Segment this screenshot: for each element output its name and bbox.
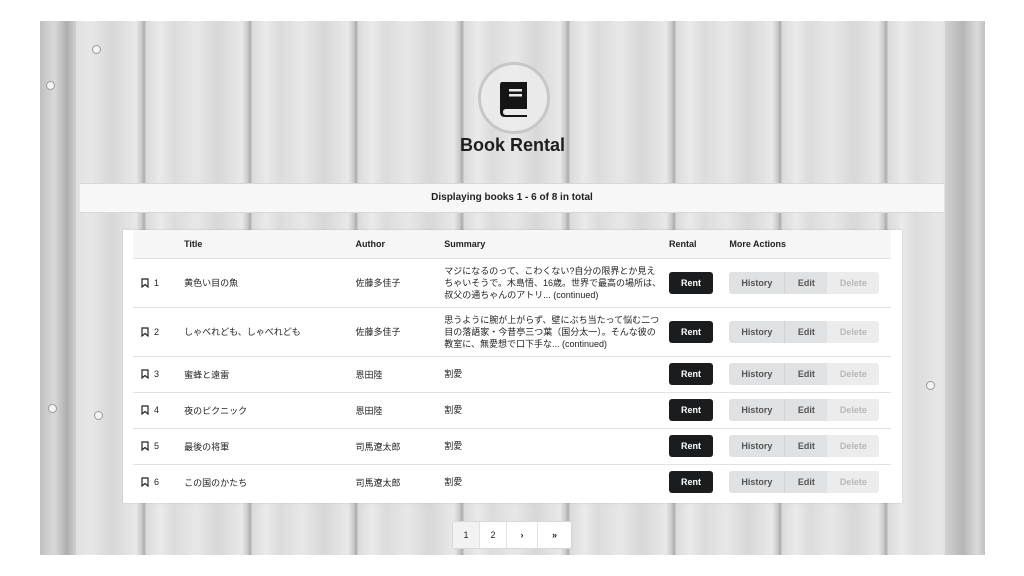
- book-summary: 割愛: [444, 441, 463, 451]
- row-number: 1: [154, 277, 160, 288]
- row-number: 6: [154, 477, 160, 488]
- delete-button[interactable]: Delete: [827, 363, 880, 385]
- row-number: 3: [154, 369, 160, 379]
- book-title: しゃべれども、しゃべれども: [184, 327, 301, 337]
- bookmark-icon[interactable]: [141, 326, 149, 337]
- history-button[interactable]: History: [729, 471, 785, 494]
- delete-button[interactable]: Delete: [827, 271, 880, 294]
- table-row: 2 しゃべれども、しゃべれども 佐藤多佳子 思うように腕が上がらず、壁にぶち当た…: [133, 307, 891, 356]
- table-row: 3 蜜蜂と遠雷 恩田陸 割愛 Rent History Edit Delete: [133, 356, 891, 392]
- table-row: 6 この国のかたち 司馬遼太郎 割愛 Rent History Edit Delet…: [133, 464, 891, 500]
- book-summary: 思うように腕が上がらず、壁にぶち当たって悩む二つ目の落語家・今昔亭三つ葉（国分太…: [444, 314, 660, 349]
- more-actions-group: History Edit Delete: [729, 271, 880, 294]
- rent-button[interactable]: Rent: [669, 471, 713, 494]
- wood-edge-right: [945, 21, 985, 555]
- edit-button[interactable]: Edit: [784, 471, 828, 494]
- last-page-button[interactable]: »: [538, 522, 571, 548]
- more-actions-group: History Edit Delete: [729, 435, 880, 457]
- delete-button[interactable]: Delete: [827, 399, 880, 421]
- history-button[interactable]: History: [729, 399, 785, 421]
- rent-button[interactable]: Rent: [669, 399, 713, 421]
- edit-button[interactable]: Edit: [784, 399, 828, 421]
- book-author: 司馬遼太郎: [355, 441, 401, 452]
- books-count-info: Displaying books 1 - 6 of 8 in total: [80, 183, 944, 213]
- page-2-button[interactable]: 2: [480, 522, 507, 548]
- delete-button[interactable]: Delete: [827, 435, 880, 457]
- page-1-button[interactable]: 1: [453, 522, 480, 548]
- wood-edge-left: [40, 21, 76, 555]
- book-title: 黄色い目の魚: [184, 278, 239, 288]
- edit-button[interactable]: Edit: [784, 363, 828, 385]
- book-author: 恩田陸: [355, 405, 383, 416]
- header-rental: Rental: [669, 238, 697, 249]
- nail-decoration: [92, 45, 101, 54]
- book-icon: [500, 82, 527, 117]
- more-actions-group: History Edit Delete: [729, 399, 880, 421]
- book-summary: マジになるのって、こわくない?自分の限界とか見えちゃいそうで。木島悟、16歳。世…: [444, 265, 661, 300]
- table-row: 1 黄色い目の魚 佐藤多佳子 マジになるのって、こわくない?自分の限界とか見えち…: [133, 258, 891, 307]
- book-author: 佐藤多佳子: [355, 278, 401, 288]
- edit-button[interactable]: Edit: [784, 271, 828, 294]
- edit-button[interactable]: Edit: [784, 435, 828, 457]
- book-title: 夜のピクニック: [184, 405, 248, 416]
- logo: [478, 62, 550, 134]
- row-number: 4: [154, 405, 160, 415]
- table-row: 5 最後の将軍 司馬遼太郎 割愛 Rent History Edit Delete: [133, 428, 891, 464]
- page-title: Book Rental: [459, 135, 565, 155]
- more-actions-group: History Edit Delete: [729, 363, 880, 385]
- header-more-actions: More Actions: [729, 238, 787, 249]
- header-no: [133, 230, 184, 258]
- pagination: 1 2 › »: [452, 521, 572, 549]
- history-button[interactable]: History: [729, 363, 785, 385]
- bookmark-icon[interactable]: [141, 277, 149, 288]
- book-author: 恩田陸: [355, 369, 383, 380]
- header-summary: Summary: [444, 238, 486, 249]
- book-title: 蜜蜂と遠雷: [184, 369, 230, 380]
- edit-button[interactable]: Edit: [784, 320, 828, 343]
- row-number: 5: [154, 441, 160, 451]
- book-author: 佐藤多佳子: [355, 327, 401, 337]
- next-page-button[interactable]: ›: [507, 522, 538, 548]
- book-summary: 割愛: [444, 477, 463, 488]
- row-number: 2: [154, 326, 160, 337]
- history-button[interactable]: History: [729, 271, 785, 294]
- bookmark-icon[interactable]: [141, 405, 149, 415]
- nail-decoration: [46, 81, 55, 90]
- rent-button[interactable]: Rent: [669, 435, 713, 457]
- book-title: この国のかたち: [184, 477, 248, 488]
- app-frame: Book Rental Displaying books 1 - 6 of 8 …: [40, 21, 985, 555]
- rent-button[interactable]: Rent: [669, 271, 713, 294]
- more-actions-group: History Edit Delete: [729, 320, 880, 343]
- nail-decoration: [926, 381, 935, 390]
- bookmark-icon[interactable]: [141, 369, 149, 379]
- books-table-card: Title Author Summary Rental More Actions…: [123, 230, 902, 503]
- books-table: Title Author Summary Rental More Actions…: [133, 230, 891, 500]
- nail-decoration: [94, 411, 103, 420]
- header-author: Author: [355, 238, 385, 249]
- nail-decoration: [48, 404, 57, 413]
- rent-button[interactable]: Rent: [669, 320, 713, 343]
- rent-button[interactable]: Rent: [669, 363, 713, 385]
- book-summary: 割愛: [444, 369, 463, 379]
- delete-button[interactable]: Delete: [827, 471, 880, 494]
- bookmark-icon[interactable]: [141, 477, 149, 488]
- book-title: 最後の将軍: [184, 441, 230, 452]
- more-actions-group: History Edit Delete: [729, 471, 880, 494]
- table-header-row: Title Author Summary Rental More Actions: [133, 230, 891, 258]
- history-button[interactable]: History: [729, 320, 785, 343]
- book-author: 司馬遼太郎: [355, 477, 401, 488]
- delete-button[interactable]: Delete: [827, 320, 880, 343]
- bookmark-icon[interactable]: [141, 441, 149, 451]
- header-title: Title: [184, 238, 203, 249]
- table-row: 4 夜のピクニック 恩田陸 割愛 Rent History Edit Delete: [133, 392, 891, 428]
- history-button[interactable]: History: [729, 435, 785, 457]
- book-summary: 割愛: [444, 405, 463, 415]
